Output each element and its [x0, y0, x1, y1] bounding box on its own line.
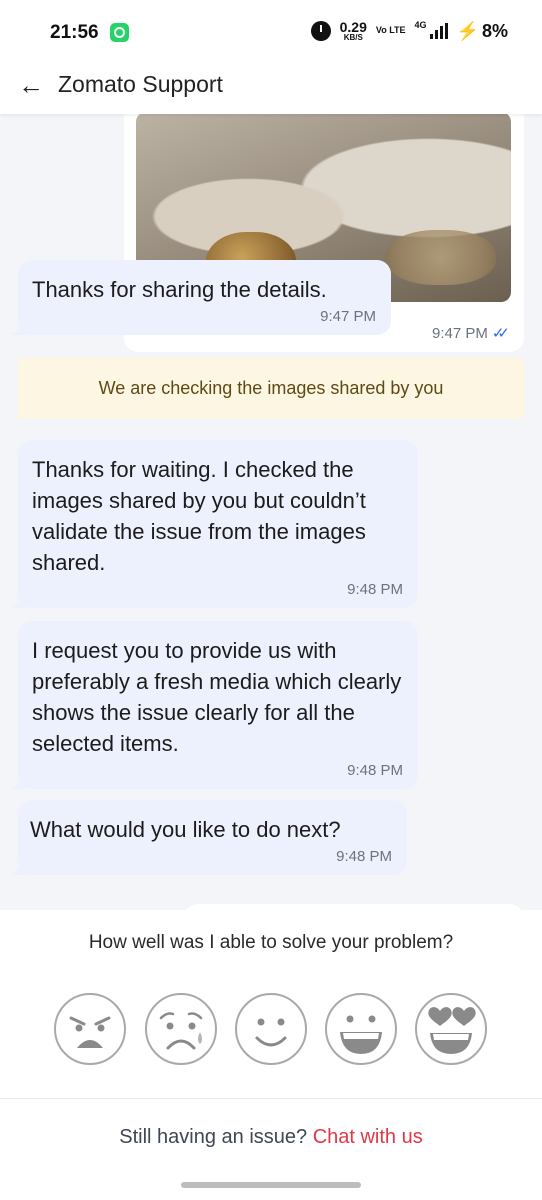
battery-level: 8%: [481, 20, 508, 41]
message-time: 9:48 PM: [347, 581, 403, 598]
message-text: Thanks for sharing the details.: [32, 277, 327, 302]
agent-message: Thanks for sharing the details. 9:47 PM: [18, 260, 391, 335]
message-time: 9:47 PM: [320, 308, 376, 325]
message-meta: 9:47 PM ✓✓: [431, 324, 510, 343]
status-time: 21:56: [50, 22, 99, 43]
heart-eyes-face-icon[interactable]: [414, 992, 488, 1066]
grin-face-icon[interactable]: [324, 992, 398, 1066]
double-check-icon: ✓✓: [491, 325, 510, 342]
page-title: Zomato Support: [58, 71, 223, 97]
message-text: I request you to provide us with prefera…: [32, 638, 402, 756]
agent-message: I request you to provide us with prefera…: [18, 621, 418, 789]
message-time: 9:48 PM: [336, 848, 392, 865]
chat-thread[interactable]: 9:47 PM ✓✓ Thanks for sharing the detail…: [0, 114, 542, 910]
footer-help: Still having an issue? Chat with us: [0, 1126, 542, 1149]
agent-message: Thanks for waiting. I checked the images…: [18, 440, 418, 608]
whatsapp-notification-icon: [110, 23, 129, 42]
charging-icon: ⚡: [456, 20, 479, 41]
home-gesture-bar[interactable]: [181, 1182, 361, 1188]
sad-face-icon[interactable]: [144, 992, 218, 1066]
rating-panel: How well was I able to solve your proble…: [0, 910, 542, 1200]
network-speed: 0.29 KB/S: [340, 20, 367, 42]
message-time: 9:48 PM: [347, 762, 403, 779]
system-notice: We are checking the images shared by you: [18, 358, 524, 419]
alarm-icon: [310, 21, 331, 41]
back-arrow-icon[interactable]: ←: [16, 70, 46, 100]
smile-face-icon[interactable]: [234, 992, 308, 1066]
network-type: 4G: [414, 20, 427, 30]
status-icons: 0.29 KB/S Vo LTE 4G ⚡ 8%: [310, 20, 508, 42]
signal-icon: [429, 23, 448, 39]
angry-face-icon[interactable]: [53, 992, 127, 1066]
message-text: What would you like to do next?: [30, 817, 341, 842]
divider: [0, 1098, 542, 1099]
network-speed-value: 0.29: [339, 19, 367, 35]
network-speed-unit: KB/S: [343, 33, 363, 42]
volte-indicator: Vo LTE: [375, 25, 406, 36]
message-text: Thanks for waiting. I checked the images…: [32, 457, 366, 575]
footer-prompt: Still having an issue?: [119, 1126, 308, 1148]
photo-detail: [386, 230, 496, 285]
notice-text: We are checking the images shared by you: [98, 378, 444, 398]
chat-header: ← Zomato Support: [0, 62, 542, 114]
rating-question: How well was I able to solve your proble…: [88, 932, 454, 953]
status-bar: 21:56 0.29 KB/S Vo LTE 4G ⚡ 8%: [0, 0, 542, 62]
message-time: 9:47 PM: [431, 324, 488, 342]
agent-message: What would you like to do next? 9:48 PM: [18, 800, 407, 875]
chat-with-us-link[interactable]: Chat with us: [313, 1126, 423, 1148]
